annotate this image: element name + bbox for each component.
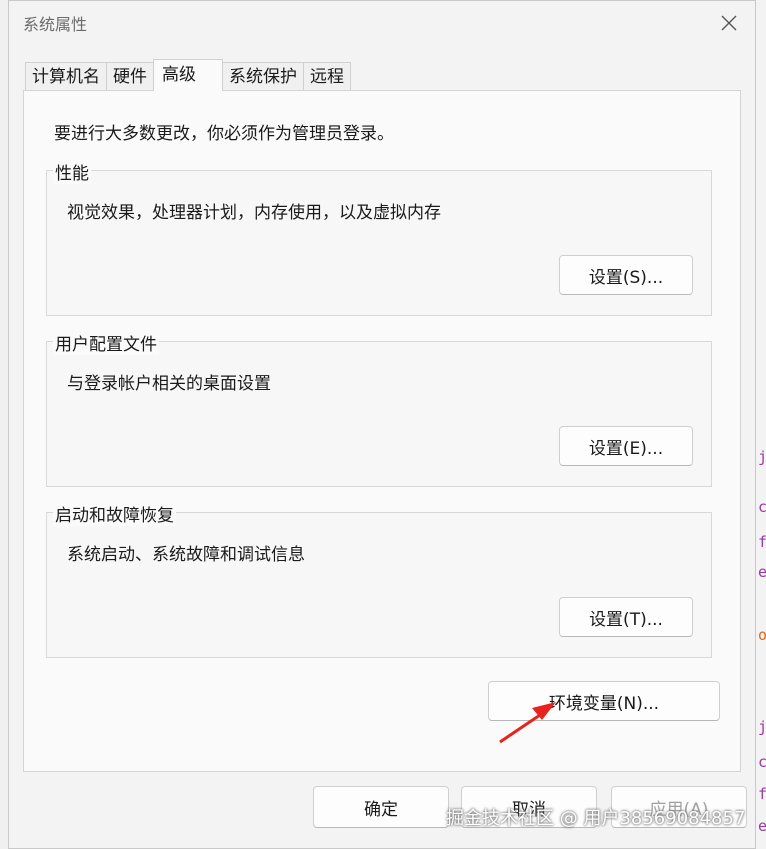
user-profiles-settings-button[interactable]: 设置(E)...: [559, 426, 693, 466]
startup-recovery-description: 系统启动、系统故障和调试信息: [67, 545, 305, 565]
user-profiles-description: 与登录帐户相关的桌面设置: [67, 374, 271, 394]
tab-bar: 计算机名 硬件 高级 系统保护 远程: [25, 59, 351, 91]
titlebar[interactable]: 系统属性: [9, 1, 755, 45]
bg-code-char: f: [758, 785, 766, 803]
ok-button[interactable]: 确定: [313, 786, 449, 828]
user-profiles-group: 用户配置文件 与登录帐户相关的桌面设置 设置(E)...: [46, 330, 712, 487]
performance-group: 性能 视觉效果，处理器计划，内存使用，以及虚拟内存 设置(S)...: [46, 159, 712, 316]
environment-variables-button[interactable]: 环境变量(N)...: [488, 681, 720, 721]
performance-group-title: 性能: [53, 159, 91, 184]
bg-code-char: o: [758, 626, 766, 644]
tab-advanced[interactable]: 高级: [153, 59, 223, 91]
bg-code-char: c: [758, 753, 766, 771]
bg-code-char: j: [758, 718, 766, 736]
user-profiles-group-title: 用户配置文件: [53, 330, 159, 355]
bg-code-char: e: [758, 563, 766, 581]
performance-settings-button[interactable]: 设置(S)...: [559, 255, 693, 295]
bg-code-char: e: [758, 817, 766, 835]
performance-description: 视觉效果，处理器计划，内存使用，以及虚拟内存: [67, 203, 441, 223]
window-title: 系统属性: [23, 15, 88, 34]
close-button[interactable]: [709, 7, 749, 39]
watermark: 掘金技术社区 @ 用户38569084857: [446, 808, 746, 829]
tab-system-protection[interactable]: 系统保护: [222, 62, 304, 90]
close-icon: [721, 15, 737, 31]
startup-recovery-settings-button[interactable]: 设置(T)...: [559, 597, 693, 637]
bg-code-char: c: [758, 498, 766, 516]
system-properties-dialog: 系统属性 计算机名 硬件 高级 系统保护 远程 要进行大多数更改，你必须作为管理…: [8, 0, 756, 849]
startup-recovery-group-title: 启动和故障恢复: [53, 501, 176, 526]
bg-code-char: j: [758, 448, 766, 466]
tab-remote[interactable]: 远程: [303, 62, 351, 90]
advanced-tab-panel: 要进行大多数更改，你必须作为管理员登录。 性能 视觉效果，处理器计划，内存使用，…: [23, 90, 741, 772]
startup-recovery-group: 启动和故障恢复 系统启动、系统故障和调试信息 设置(T)...: [46, 501, 712, 658]
tab-computer-name[interactable]: 计算机名: [25, 62, 107, 90]
admin-notice: 要进行大多数更改，你必须作为管理员登录。: [54, 124, 394, 144]
background-code-editor: j c f e o j c f e: [756, 0, 766, 849]
bg-code-char: f: [758, 533, 766, 551]
tab-hardware[interactable]: 硬件: [106, 62, 154, 90]
